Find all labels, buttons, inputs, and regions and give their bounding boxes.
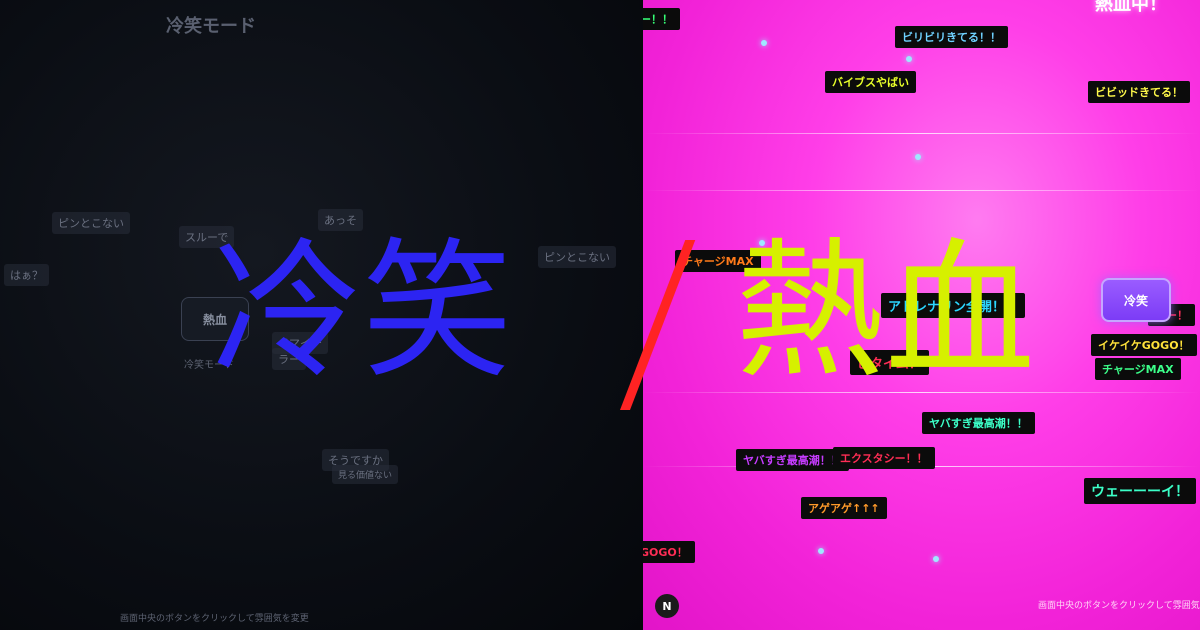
hot-mode-title: 熱血中！ xyxy=(1095,0,1167,15)
sparkle-dot xyxy=(915,154,921,160)
sparkle-dot xyxy=(933,556,939,562)
hot-comment: ヤバすぎ最高潮！！ xyxy=(922,412,1035,434)
sparkle-dot xyxy=(906,56,912,62)
cool-comment: あっそ xyxy=(318,209,363,231)
hot-comment-text: ー！！ xyxy=(643,13,673,26)
light-streak xyxy=(643,133,1200,134)
hot-comment: ビリビリきてる！！ xyxy=(895,26,1008,48)
hot-comment: バイブスやばい xyxy=(825,71,916,93)
hot-comment: コメー！！ xyxy=(643,8,680,30)
light-streak xyxy=(643,190,1200,191)
sparkle-dot xyxy=(761,40,767,46)
cool-hint: 画面中央のボタンをクリックして雰囲気を変更 xyxy=(120,614,309,624)
hot-comment: ビビッドきてる！ xyxy=(1088,81,1190,103)
hot-comment: チャージMAX xyxy=(675,250,761,272)
cool-comment: はぁ？ xyxy=(4,264,49,286)
hot-comment: アゲアゲ↑↑↑ xyxy=(801,497,887,519)
hot-comment: チャージMAX xyxy=(1095,358,1181,380)
hot-comment: イケイケGOGO！ xyxy=(1091,334,1197,356)
cool-comment: ラー xyxy=(272,348,306,370)
hot-comment: ウェーーーイ！ xyxy=(1084,478,1196,504)
cool-comment: 見る価値ない xyxy=(332,465,399,484)
cool-comment: ピンとこない xyxy=(538,246,616,268)
switch-to-cool-button[interactable]: 冷笑 xyxy=(1101,278,1171,322)
cool-comment: スルーで xyxy=(179,226,235,248)
cool-comment: ピンとこない xyxy=(52,212,130,234)
cool-mode-caption: 冷笑モード xyxy=(184,360,234,371)
sparkle-dot xyxy=(759,240,765,246)
n-logo[interactable]: N xyxy=(655,594,679,618)
cool-mode-title: 冷笑モード xyxy=(166,16,256,37)
switch-to-hot-button[interactable]: 熱血 xyxy=(181,297,249,341)
cool-mode-panel: 冷笑モード ピンとこない スルーで あっそ はぁ？ ピンとこない イマイチ ラー… xyxy=(0,0,643,630)
light-streak xyxy=(643,392,1200,393)
hot-comment: ピタイム！ xyxy=(850,350,929,375)
hot-mode-panel: 熱血中！ コメー！！ ビリビリきてる！！ バイブスやばい ビビッドきてる！ チャ… xyxy=(643,0,1200,630)
sparkle-dot xyxy=(818,548,824,554)
hot-comment: ヤバすぎ最高潮！！ xyxy=(736,449,849,471)
hot-comment: エクスタシー！！ xyxy=(833,447,935,469)
hot-comment: アドレナリン全開！！ xyxy=(881,293,1026,318)
hot-hint: 画面中央のボタンをクリックして雰囲気 xyxy=(1038,601,1200,611)
hot-comment: GOGO！ xyxy=(643,541,695,563)
